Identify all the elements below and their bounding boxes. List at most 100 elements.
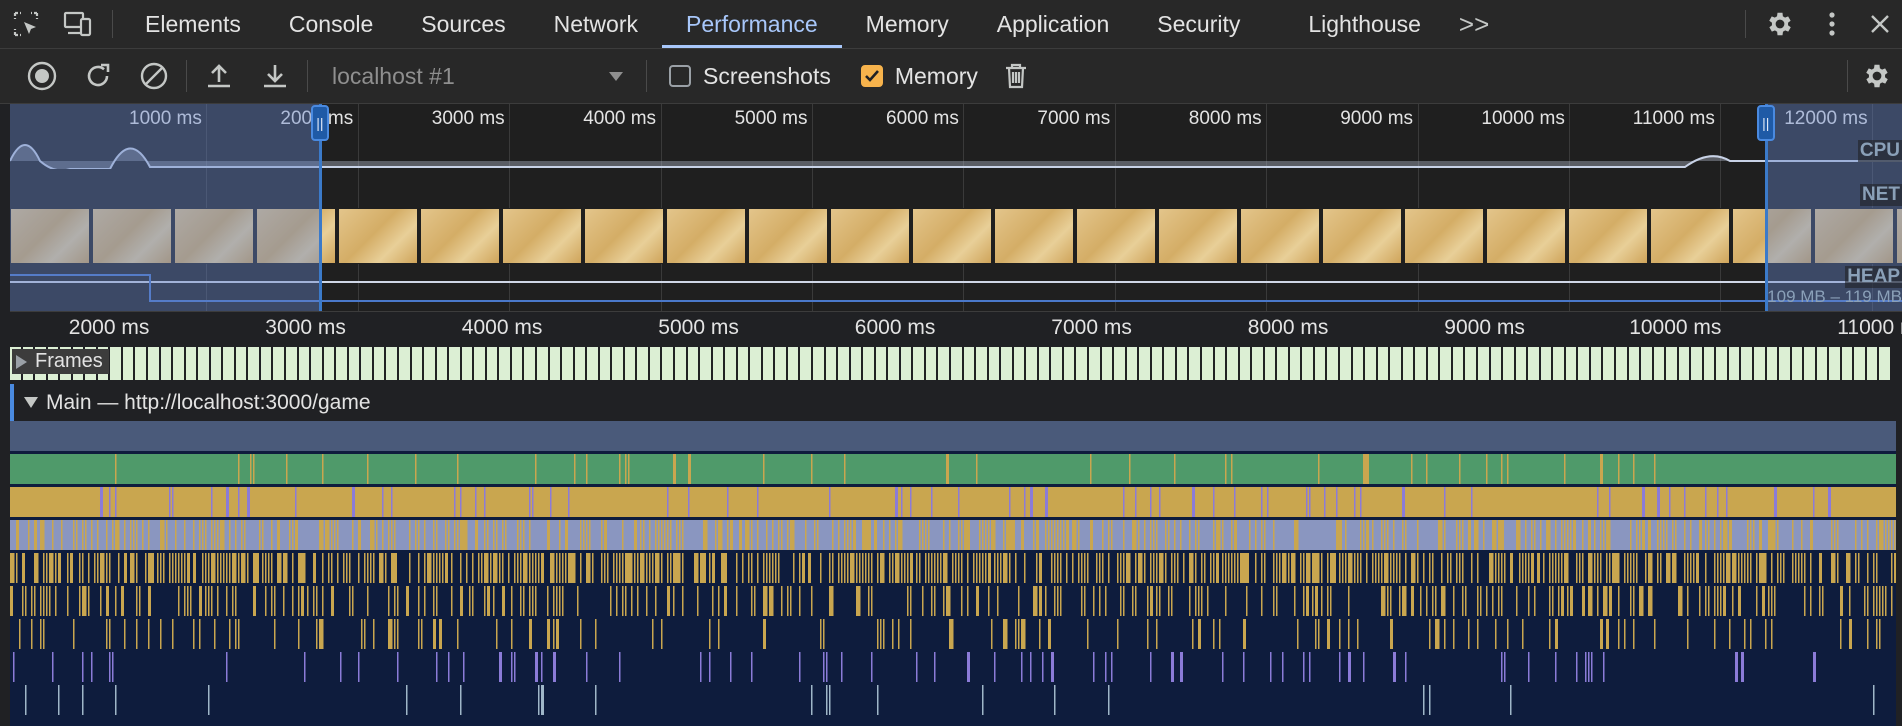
flame-event[interactable] — [1576, 553, 1578, 583]
flame-event[interactable] — [1435, 586, 1437, 616]
flame-event[interactable] — [1033, 520, 1035, 550]
flame-event[interactable] — [1588, 553, 1591, 583]
flame-event[interactable] — [373, 619, 375, 649]
flame-event[interactable] — [1891, 520, 1893, 550]
flame-event[interactable] — [649, 520, 651, 550]
flame-event[interactable] — [1855, 520, 1857, 550]
flame-event[interactable] — [1045, 487, 1048, 517]
flame-event[interactable] — [1771, 619, 1773, 649]
flame-event[interactable] — [499, 553, 501, 583]
flame-event[interactable] — [1213, 553, 1215, 583]
flame-event[interactable] — [877, 619, 879, 649]
flame-event[interactable] — [1219, 520, 1221, 550]
flame-event[interactable] — [1084, 586, 1086, 616]
frame-cell[interactable] — [1565, 347, 1577, 380]
flame-event[interactable] — [541, 685, 544, 715]
flame-event[interactable] — [349, 586, 351, 616]
flame-event[interactable] — [409, 520, 411, 550]
flame-event[interactable] — [1624, 619, 1626, 649]
flame-event[interactable] — [1834, 520, 1836, 550]
flame-event[interactable] — [10, 586, 13, 616]
flame-event[interactable] — [628, 454, 630, 484]
flame-event[interactable] — [205, 520, 207, 550]
flame-event[interactable] — [496, 619, 498, 649]
flame-event[interactable] — [1087, 553, 1089, 583]
flame-event[interactable] — [1831, 520, 1833, 550]
frame-cell[interactable] — [386, 347, 397, 380]
flame-event[interactable] — [607, 553, 609, 583]
flame-event[interactable] — [1024, 553, 1026, 583]
flame-event[interactable] — [787, 520, 789, 550]
flame-event[interactable] — [1588, 520, 1591, 550]
flame-event[interactable] — [757, 520, 759, 550]
frame-cell[interactable] — [411, 347, 423, 380]
flame-event[interactable] — [1093, 652, 1095, 682]
flame-event[interactable] — [520, 520, 522, 550]
flame-event[interactable] — [529, 520, 531, 550]
flame-event[interactable] — [766, 520, 768, 550]
flame-event[interactable] — [646, 586, 648, 616]
flame-event[interactable] — [1045, 586, 1047, 616]
flame-event[interactable] — [1111, 520, 1113, 550]
frame-cell[interactable] — [1427, 347, 1439, 380]
flame-event[interactable] — [1504, 652, 1506, 682]
flame-event[interactable] — [1318, 553, 1320, 583]
flame-event[interactable] — [262, 520, 264, 550]
flame-event[interactable] — [1540, 520, 1542, 550]
flame-event[interactable] — [454, 487, 456, 517]
flame-event[interactable] — [163, 553, 165, 583]
flame-event[interactable] — [292, 520, 294, 550]
frame-cell[interactable] — [1691, 347, 1702, 380]
flame-event[interactable] — [766, 553, 768, 583]
flame-event[interactable] — [235, 553, 237, 583]
flame-event[interactable] — [436, 520, 438, 550]
flame-event[interactable] — [331, 520, 333, 550]
flame-event[interactable] — [526, 553, 528, 583]
flame-event[interactable] — [829, 586, 832, 616]
flame-event[interactable] — [52, 553, 54, 583]
flame-event[interactable] — [667, 487, 669, 517]
flame-event[interactable] — [1738, 553, 1740, 583]
frame-cell[interactable] — [725, 347, 736, 380]
flame-event[interactable] — [352, 487, 355, 517]
flame-event[interactable] — [1171, 553, 1173, 583]
flame-event[interactable] — [244, 520, 246, 550]
flame-event[interactable] — [1102, 553, 1104, 583]
flame-event[interactable] — [226, 652, 228, 682]
frame-cell[interactable] — [536, 347, 548, 380]
flame-event[interactable] — [1150, 586, 1153, 616]
frame-cell[interactable] — [361, 347, 372, 380]
flame-event[interactable] — [115, 520, 118, 550]
flame-event[interactable] — [40, 520, 43, 550]
flame-event[interactable] — [43, 553, 45, 583]
reload-record-button[interactable] — [70, 49, 126, 103]
flame-event[interactable] — [85, 520, 87, 550]
flame-event[interactable] — [202, 553, 204, 583]
flame-event[interactable] — [433, 553, 435, 583]
frame-cell[interactable] — [461, 347, 473, 380]
flame-event[interactable] — [889, 520, 891, 550]
flame-event[interactable] — [529, 487, 531, 517]
flame-event[interactable] — [1006, 619, 1008, 649]
flame-event[interactable] — [1522, 619, 1524, 649]
frame-cell[interactable] — [1164, 347, 1175, 380]
flame-event[interactable] — [487, 553, 489, 583]
flame-event[interactable] — [1486, 586, 1488, 616]
flame-event[interactable] — [673, 553, 676, 583]
flame-event[interactable] — [160, 520, 163, 550]
flame-event[interactable] — [1303, 652, 1305, 682]
flame-event[interactable] — [1588, 586, 1591, 616]
flame-event[interactable] — [1873, 685, 1875, 715]
flame-event[interactable] — [109, 619, 111, 649]
flame-event[interactable] — [31, 619, 33, 649]
flame-event[interactable] — [238, 487, 240, 517]
flame-event[interactable] — [868, 586, 870, 616]
flame-event[interactable] — [580, 520, 582, 550]
flame-event[interactable] — [442, 553, 444, 583]
flame-event[interactable] — [832, 586, 834, 616]
flame-event[interactable] — [1372, 553, 1374, 583]
flame-event[interactable] — [1180, 652, 1183, 682]
flame-event[interactable] — [346, 553, 348, 583]
flame-event[interactable] — [1660, 520, 1662, 550]
flame-event[interactable] — [382, 553, 384, 583]
